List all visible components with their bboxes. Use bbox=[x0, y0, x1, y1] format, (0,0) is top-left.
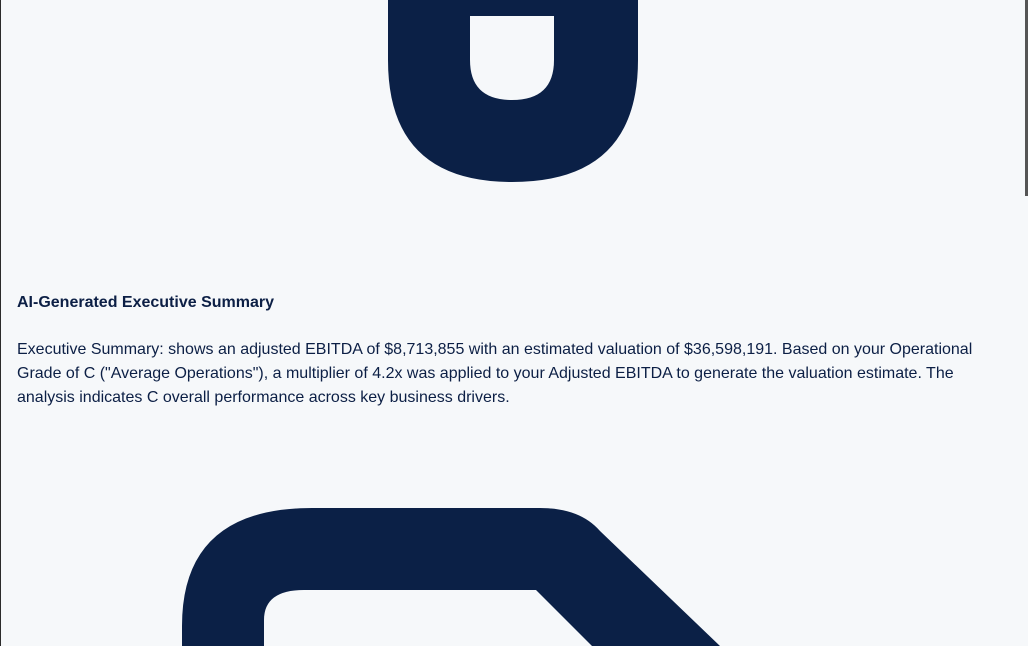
page-left-border bbox=[0, 0, 1, 646]
executive-summary: AI-Generated Executive Summary Executive… bbox=[17, 293, 1012, 410]
lock-body-icon bbox=[182, 508, 720, 646]
summary-body: Executive Summary: shows an adjusted EBI… bbox=[17, 341, 973, 406]
lock-shackle-icon bbox=[380, 0, 638, 182]
summary-title: AI-Generated Executive Summary bbox=[17, 294, 274, 311]
report-page: AI-Generated Executive Summary Executive… bbox=[0, 0, 1028, 646]
